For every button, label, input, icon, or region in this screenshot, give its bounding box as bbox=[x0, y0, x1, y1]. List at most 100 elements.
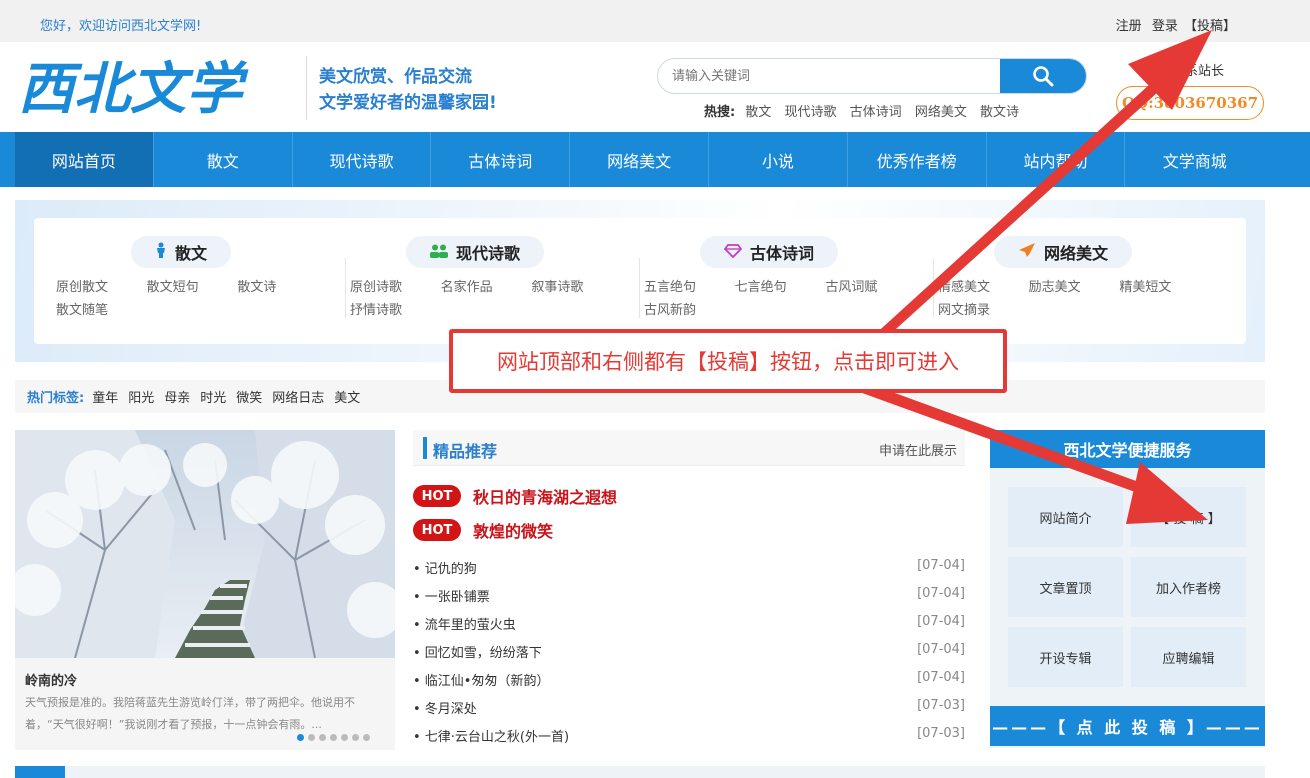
search-input[interactable] bbox=[658, 59, 998, 93]
list-item[interactable]: • 临江仙•匆匆（新韵） [07-04] bbox=[413, 670, 965, 698]
article-date: [07-04] bbox=[917, 586, 965, 601]
category-link[interactable]: 原创散文 bbox=[56, 276, 147, 295]
tag-item[interactable]: 微笑 bbox=[236, 387, 262, 406]
feature-title[interactable]: 岭南的冷 bbox=[25, 670, 77, 689]
recommend-header: 精品推荐 申请在此展示 bbox=[413, 430, 965, 466]
carousel-dot[interactable] bbox=[363, 734, 370, 741]
category-link[interactable]: 叙事诗歌 bbox=[531, 276, 622, 295]
list-item[interactable]: • 一张卧铺票 [07-04] bbox=[413, 586, 965, 614]
carousel-dot[interactable] bbox=[297, 734, 304, 741]
qq-button[interactable]: QQ:3803670367 bbox=[1116, 86, 1264, 120]
article-title[interactable]: • 记仇的狗 bbox=[413, 558, 477, 586]
nav-item-top-authors[interactable]: 优秀作者榜 bbox=[848, 132, 987, 187]
list-item[interactable]: • 回忆如雪，纷纷落下 [07-04] bbox=[413, 642, 965, 670]
service-submit-button[interactable]: 【 投 稿 】 bbox=[1131, 487, 1246, 547]
list-item[interactable]: • 冬月深处 [07-03] bbox=[413, 698, 965, 726]
hot-item[interactable]: HOT 秋日的青海湖之遐想 bbox=[413, 484, 617, 508]
category-link[interactable]: 励志美文 bbox=[1029, 276, 1120, 295]
hot-title[interactable]: 敦煌的微笑 bbox=[473, 518, 553, 542]
nav-item-help[interactable]: 站内帮助 bbox=[987, 132, 1126, 187]
article-date: [07-04] bbox=[917, 614, 965, 629]
search-box bbox=[657, 58, 1087, 94]
nav-item-home[interactable]: 网站首页 bbox=[15, 132, 154, 187]
person-icon bbox=[155, 242, 167, 262]
category-heading[interactable]: 网络美文 bbox=[994, 236, 1132, 268]
carousel-dot[interactable] bbox=[330, 734, 337, 741]
list-item[interactable]: • 七律·云台山之秋(外一首) [07-03] bbox=[413, 726, 965, 754]
category-heading[interactable]: 现代诗歌 bbox=[406, 236, 544, 268]
carousel-dot[interactable] bbox=[341, 734, 348, 741]
submit-link[interactable]: 【投稿】 bbox=[1184, 19, 1236, 34]
category-link[interactable]: 七言绝句 bbox=[735, 276, 826, 295]
category-link[interactable]: 精美短文 bbox=[1119, 276, 1210, 295]
article-title[interactable]: • 流年里的萤火虫 bbox=[413, 614, 516, 642]
category-link[interactable]: 抒情诗歌 bbox=[350, 299, 441, 318]
carousel-dot[interactable] bbox=[319, 734, 326, 741]
article-title[interactable]: • 七律·云台山之秋(外一首) bbox=[413, 726, 569, 754]
submit-bar-button[interactable]: ———【 点 此 投 稿 】——— bbox=[990, 706, 1265, 746]
tag-item[interactable]: 网络日志 bbox=[272, 387, 324, 406]
category-heading[interactable]: 散文 bbox=[131, 236, 231, 268]
category-link[interactable]: 散文短句 bbox=[147, 276, 238, 295]
nav-item-web-essays[interactable]: 网络美文 bbox=[570, 132, 709, 187]
service-pin-button[interactable]: 文章置顶 bbox=[1008, 557, 1123, 617]
list-item[interactable]: • 记仇的狗 [07-04] bbox=[413, 558, 965, 586]
tag-item[interactable]: 时光 bbox=[200, 387, 226, 406]
apply-link[interactable]: 申请在此展示 bbox=[879, 440, 957, 459]
category-link[interactable]: 原创诗歌 bbox=[350, 276, 441, 295]
nav-item-prose[interactable]: 散文 bbox=[154, 132, 293, 187]
service-about-button[interactable]: 网站简介 bbox=[1008, 487, 1123, 547]
article-title[interactable]: • 冬月深处 bbox=[413, 698, 477, 726]
section-accent bbox=[423, 437, 427, 459]
hot-search-item[interactable]: 散文诗 bbox=[980, 105, 1019, 120]
hot-search-item[interactable]: 散文 bbox=[745, 105, 771, 120]
site-logo[interactable]: 西北文学 bbox=[18, 56, 288, 118]
category-link[interactable]: 五言绝句 bbox=[644, 276, 735, 295]
feature-photo[interactable] bbox=[15, 430, 395, 658]
tag-item[interactable]: 阳光 bbox=[128, 387, 154, 406]
login-link[interactable]: 登录 bbox=[1152, 19, 1178, 34]
tag-item[interactable]: 美文 bbox=[334, 387, 360, 406]
tag-item[interactable]: 童年 bbox=[92, 387, 118, 406]
list-item[interactable]: • 流年里的萤火虫 [07-04] bbox=[413, 614, 965, 642]
category-link[interactable]: 散文随笔 bbox=[56, 299, 147, 318]
service-editor-button[interactable]: 应聘编辑 bbox=[1131, 627, 1246, 687]
category-link[interactable]: 网文摘录 bbox=[938, 299, 1029, 318]
hot-tags-label: 热门标签: bbox=[27, 391, 85, 406]
hot-search-label: 热搜: bbox=[704, 105, 736, 120]
service-album-button[interactable]: 开设专辑 bbox=[1008, 627, 1123, 687]
search-button[interactable] bbox=[1000, 59, 1086, 93]
top-links: 注册 登录 【投稿】 bbox=[1110, 15, 1236, 34]
category-link[interactable]: 名家作品 bbox=[441, 276, 532, 295]
tag-item[interactable]: 母亲 bbox=[164, 387, 190, 406]
category-heading[interactable]: 古体诗词 bbox=[700, 236, 838, 268]
nav-item-shop[interactable]: 文学商城 bbox=[1125, 132, 1264, 187]
category-link[interactable]: 情感美文 bbox=[938, 276, 1029, 295]
recommend-title: 精品推荐 bbox=[433, 442, 498, 461]
article-title[interactable]: • 一张卧铺票 bbox=[413, 586, 490, 614]
category-link[interactable]: 古风新韵 bbox=[644, 299, 735, 318]
contact-label: 联系站长 bbox=[1172, 64, 1225, 79]
article-title[interactable]: • 临江仙•匆匆（新韵） bbox=[413, 670, 549, 698]
nav-item-novels[interactable]: 小说 bbox=[709, 132, 848, 187]
hot-search-item[interactable]: 网络美文 bbox=[915, 105, 967, 120]
hot-search-item[interactable]: 现代诗歌 bbox=[785, 105, 837, 120]
category-link[interactable]: 古风词赋 bbox=[825, 276, 916, 295]
hot-item[interactable]: HOT 敦煌的微笑 bbox=[413, 518, 553, 542]
register-link[interactable]: 注册 bbox=[1116, 19, 1142, 34]
carousel-dot[interactable] bbox=[352, 734, 359, 741]
service-join-authors-button[interactable]: 加入作者榜 bbox=[1131, 557, 1246, 617]
carousel-dot[interactable] bbox=[308, 734, 315, 741]
hot-search-item[interactable]: 古体诗词 bbox=[850, 105, 902, 120]
nav-item-modern-poetry[interactable]: 现代诗歌 bbox=[293, 132, 432, 187]
category-web-essays: 网络美文 情感美文 励志美文 精美短文 网文摘录 bbox=[916, 236, 1210, 326]
top-bar: 您好，欢迎访问西北文学网! 注册 登录 【投稿】 bbox=[0, 0, 1310, 42]
feature-desc: 天气预报是准的。我陪蒋蓝先生游览岭仃洋，带了两把伞。他说用不着，“天气很好啊！”… bbox=[25, 696, 355, 731]
nav-item-classical-poetry[interactable]: 古体诗词 bbox=[431, 132, 571, 187]
feature-caption: 岭南的冷 天气预报是准的。我陪蒋蓝先生游览岭仃洋，带了两把伞。他说用不着，“天气… bbox=[15, 658, 395, 750]
hot-title[interactable]: 秋日的青海湖之遐想 bbox=[473, 484, 617, 508]
category-link[interactable]: 散文诗 bbox=[237, 276, 328, 295]
category-inner: 散文 原创散文 散文短句 散文诗 散文随笔 现代诗歌 原创诗歌 名家作品 叙事诗… bbox=[34, 218, 1246, 344]
category-title: 现代诗歌 bbox=[455, 244, 520, 263]
article-title[interactable]: • 回忆如雪，纷纷落下 bbox=[413, 642, 542, 670]
